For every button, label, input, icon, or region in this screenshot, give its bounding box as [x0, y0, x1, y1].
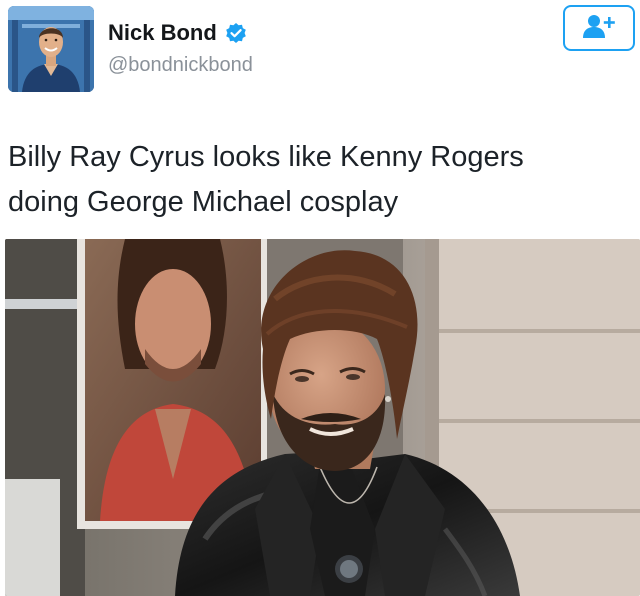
tweet-card: Nick Bond @bondnickbond Billy Ray Cyrus … [0, 0, 640, 596]
avatar[interactable] [8, 6, 94, 92]
add-user-icon [581, 13, 617, 44]
author-name-row: Nick Bond [108, 20, 247, 46]
verified-badge-icon [225, 22, 247, 44]
tweet-text: Billy Ray Cyrus looks like Kenny Rogers … [8, 135, 628, 225]
tweet-text-line-2: doing George Michael cosplay [8, 186, 399, 218]
tweet-text-line-1: Billy Ray Cyrus looks like Kenny Rogers [8, 141, 524, 173]
tweet-photo[interactable] [5, 239, 640, 596]
follow-button[interactable] [563, 5, 635, 51]
author-handle[interactable]: @bondnickbond [108, 54, 253, 77]
display-name[interactable]: Nick Bond [108, 20, 217, 46]
